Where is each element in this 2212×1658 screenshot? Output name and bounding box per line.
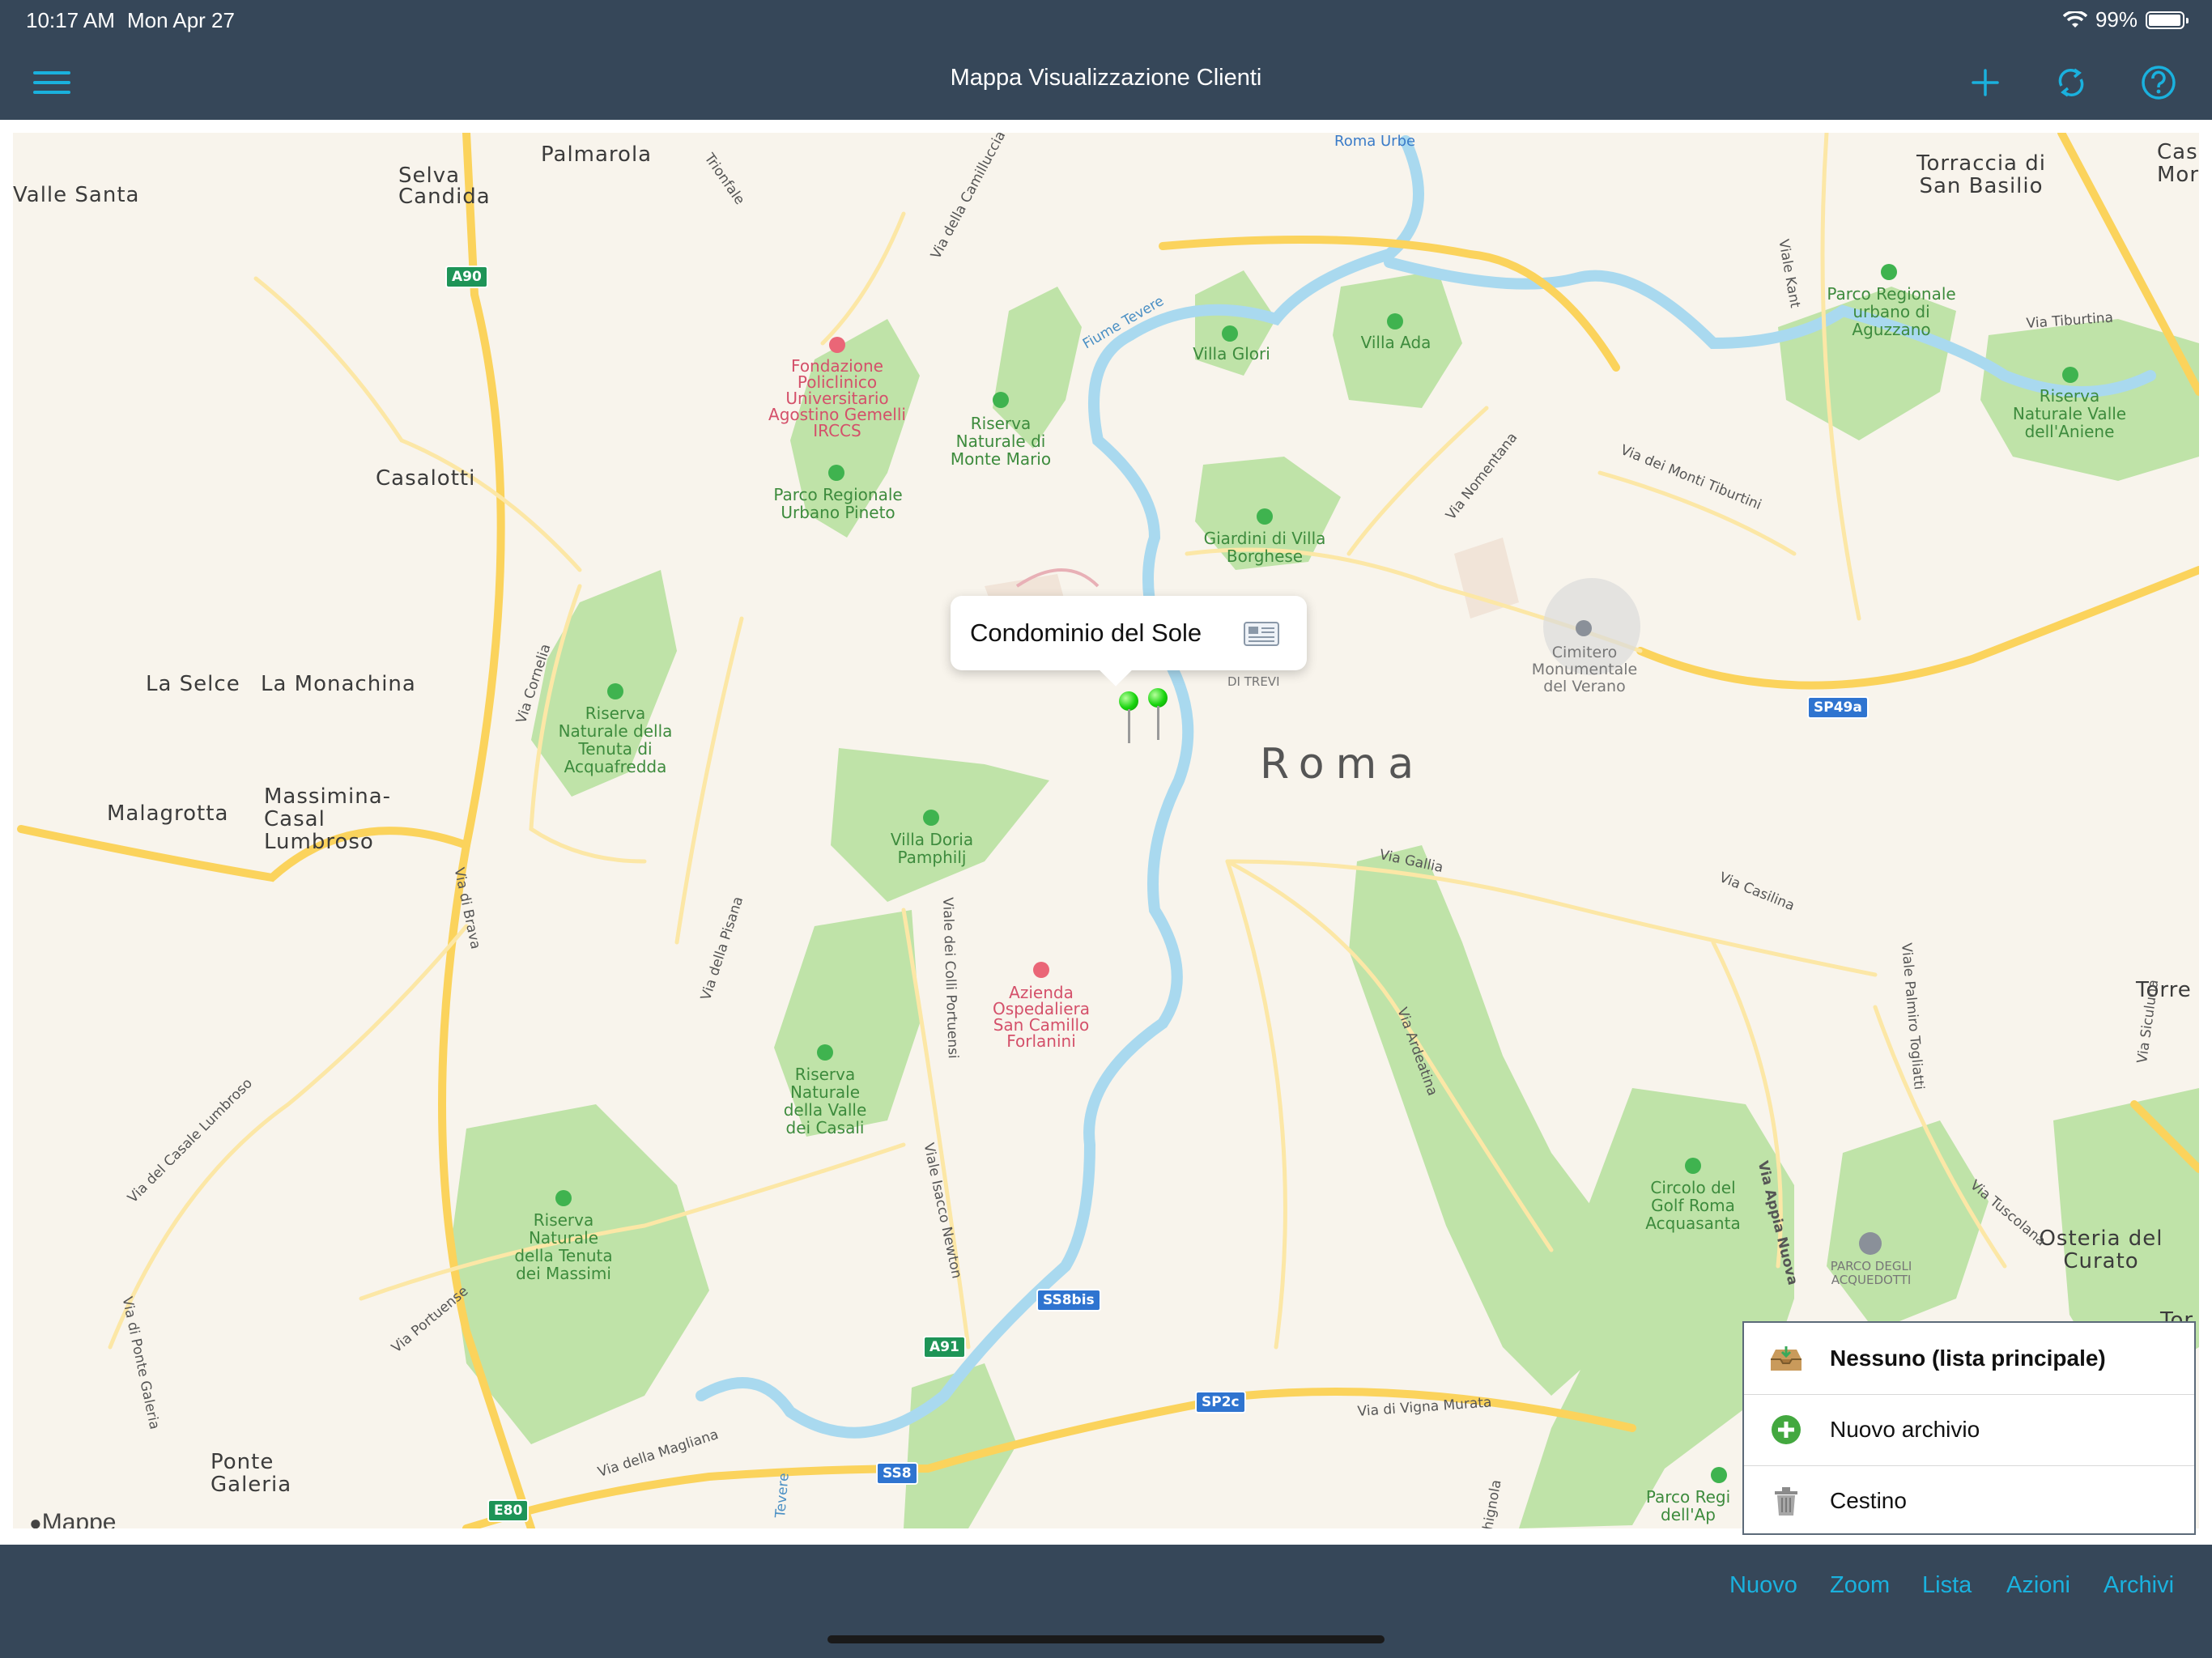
- place-cas-mor: Cas Mor: [2157, 141, 2199, 186]
- hospital-gemelli: Fondazione Policlinico Universitario Ago…: [768, 356, 906, 440]
- park-monte-mario: Riserva Naturale di Monte Mario: [950, 414, 1052, 469]
- trash-icon: [1768, 1483, 1804, 1519]
- shield-ss8bis: SS8bis: [1036, 1289, 1101, 1312]
- place-osteria-del-curato: Osteria del Curato: [2039, 1226, 2163, 1273]
- callout-title: Condominio del Sole: [970, 619, 1202, 647]
- status-time: 10:17 AM: [26, 8, 115, 32]
- newspaper-icon[interactable]: [1244, 622, 1279, 646]
- park-villa-ada: Villa Ada: [1360, 333, 1431, 352]
- toolbar-lista[interactable]: Lista: [1922, 1572, 1972, 1599]
- shield-e80: E80: [487, 1499, 530, 1522]
- toolbar-zoom[interactable]: Zoom: [1830, 1572, 1890, 1599]
- landmark-verano: Cimitero Monumentale del Verano: [1531, 644, 1638, 695]
- shield-sp49a: SP49a: [1807, 696, 1869, 719]
- status-bar: 10:17 AM Mon Apr 27 99%: [0, 0, 2212, 40]
- archive-item-trash[interactable]: Cestino: [1744, 1465, 2194, 1537]
- park-icons: [555, 264, 2078, 1483]
- toolbar-archivi[interactable]: Archivi: [2104, 1572, 2174, 1599]
- add-circle-icon: [1768, 1412, 1804, 1448]
- park-aguzzano: Parco Regionale urbano di Aguzzano: [1827, 284, 1956, 339]
- place-casalotti: Casalotti: [376, 466, 476, 491]
- toolbar-nuovo[interactable]: Nuovo: [1729, 1572, 1797, 1599]
- shield-a91: A91: [923, 1336, 966, 1358]
- park-acquafredda: Riserva Naturale della Tenuta di Acquafr…: [558, 704, 673, 776]
- park-villa-doria-pamphilj: Villa Doria Pamphilj: [890, 830, 974, 867]
- inbox-tray-icon: [1768, 1341, 1804, 1376]
- apple-logo-icon: ●: [29, 1511, 42, 1528]
- status-right: 99%: [2062, 7, 2189, 32]
- place-la-selce: La Selce: [146, 672, 240, 696]
- place-torraccia: Torraccia di San Basilio: [1916, 151, 2046, 198]
- park-valle-aniene: Riserva Naturale Valle dell'Aniene: [2012, 386, 2127, 441]
- archive-item-label: Cestino: [1830, 1488, 1907, 1513]
- landmark-trevi: DI TREVI: [1227, 674, 1280, 689]
- archive-menu: Nessuno (lista principale) Nuovo archivi…: [1742, 1321, 2196, 1535]
- archive-item-new[interactable]: Nuovo archivio: [1744, 1394, 2194, 1466]
- hospital-san-camillo: Azienda Ospedaliera San Camillo Forlanin…: [992, 983, 1090, 1051]
- home-indicator[interactable]: [827, 1635, 1385, 1643]
- place-palmarola: Palmarola: [541, 142, 653, 167]
- toolbar-azioni[interactable]: Azioni: [2006, 1572, 2070, 1599]
- park-villa-glori: Villa Glori: [1193, 344, 1270, 363]
- nav-bar: Mappa Visualizzazione Clienti: [0, 40, 2212, 120]
- battery-icon: [2146, 11, 2189, 29]
- plus-icon[interactable]: [1961, 58, 2010, 107]
- landmark-acquedotti: PARCO DEGLI ACQUEDOTTI: [1830, 1259, 1912, 1287]
- shield-sp2c: SP2c: [1195, 1391, 1246, 1414]
- place-valle-santa: Valle Santa: [13, 183, 140, 207]
- refresh-icon[interactable]: [2047, 58, 2095, 107]
- city-label-roma: Roma: [1260, 740, 1426, 789]
- shield-a90: A90: [445, 266, 488, 288]
- map-attribution: ●Mappe: [29, 1509, 116, 1528]
- archive-item-main[interactable]: Nessuno (lista principale): [1744, 1323, 2194, 1395]
- landmark-roma-urbe: Roma Urbe: [1334, 133, 1416, 150]
- archive-item-label: Nuovo archivio: [1830, 1417, 1980, 1442]
- park-appia: Parco Regi dell'Ap: [1645, 1487, 1731, 1524]
- pin-callout[interactable]: Condominio del Sole: [951, 596, 1307, 687]
- park-golf-acquasanta: Circolo del Golf Roma Acquasanta: [1645, 1178, 1741, 1233]
- park-tenuta-dei-massimi: Riserva Naturale della Tenuta dei Massim…: [514, 1210, 613, 1283]
- place-massimina: Massimina-Casal Lumbroso: [264, 784, 392, 854]
- place-selva-candida: Selva Candida: [398, 164, 491, 209]
- page-title: Mappa Visualizzazione Clienti: [950, 65, 1262, 91]
- status-date: Mon Apr 27: [127, 8, 235, 32]
- park-villa-borghese: Giardini di Villa Borghese: [1203, 529, 1326, 566]
- park-pineto: Parco Regionale Urbano Pineto: [773, 485, 903, 522]
- place-la-monachina: La Monachina: [261, 672, 416, 696]
- map-view[interactable]: Valle Santa Selva Candida Palmarola Casa…: [13, 133, 2199, 1528]
- place-malagrotta: Malagrotta: [107, 801, 229, 826]
- park-valle-dei-casali: Riserva Naturale della Valle dei Casali: [783, 1065, 867, 1137]
- place-ponte-galeria: Ponte Galeria: [211, 1450, 292, 1497]
- shield-ss8: SS8: [876, 1462, 918, 1485]
- wifi-icon: [2062, 11, 2087, 28]
- archive-item-label: Nessuno (lista principale): [1830, 1346, 2106, 1371]
- help-icon[interactable]: [2134, 58, 2183, 107]
- battery-percent: 99%: [2095, 7, 2138, 32]
